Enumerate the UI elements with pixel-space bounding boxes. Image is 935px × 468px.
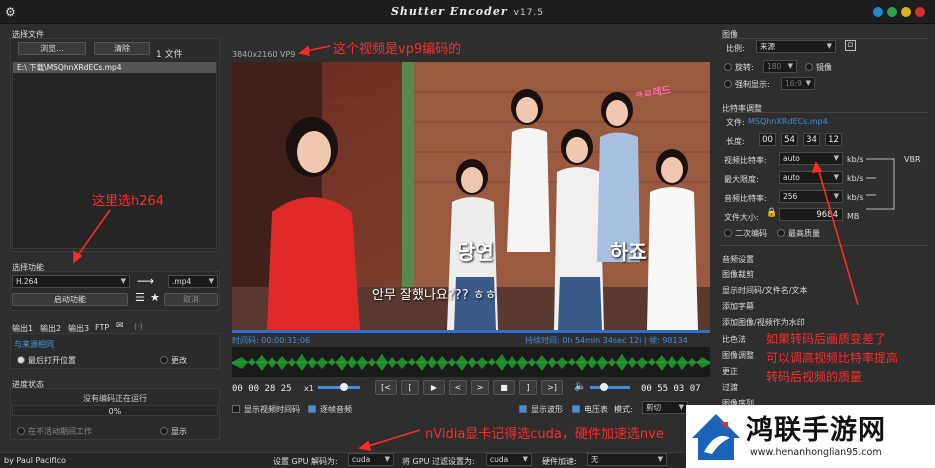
annotation-h264: 这里选h264 xyxy=(92,194,165,209)
watermark-logo xyxy=(692,414,740,460)
app-window: ⚙ Shutter Encoder v17.5 选择文件 浏览... 清除 1 文… xyxy=(0,0,935,468)
annotation-nvidia: nVidia显卡记得选cuda，硬件加速选nve xyxy=(425,427,664,442)
watermark-url: www.henanhonglian95.com xyxy=(750,447,882,458)
annotation-quality-1: 如果转码后画质变差了 xyxy=(766,330,887,347)
annotation-quality-2: 可以调高视频比特率提高 xyxy=(766,349,899,366)
annotation-quality-3: 转码后视频的质量 xyxy=(766,368,863,385)
annotation-vp9: 这个视频是vp9编码的 xyxy=(333,42,462,57)
annotation-arrows xyxy=(73,45,859,452)
watermark-brand: 鸿联手游网 xyxy=(746,415,886,446)
